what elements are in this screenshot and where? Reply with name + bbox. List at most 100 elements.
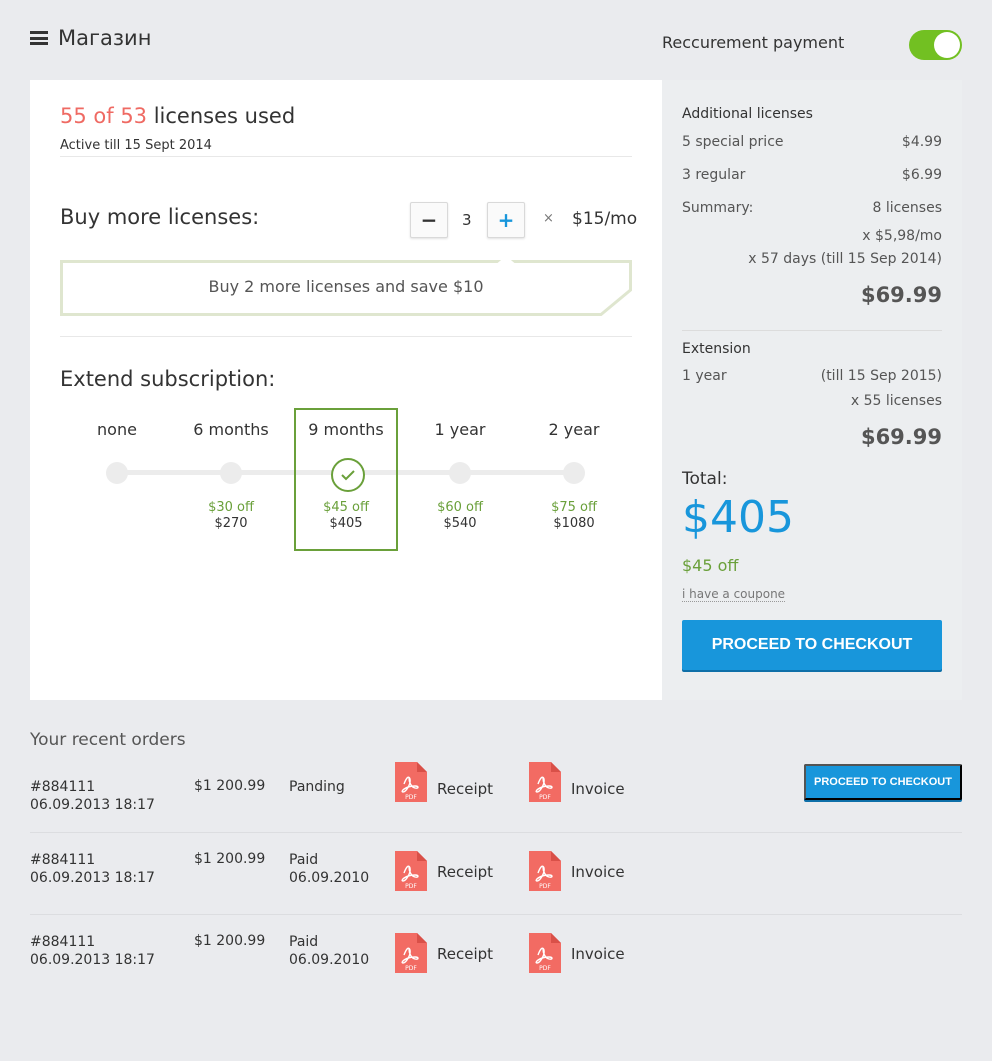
pdf-text: PDF bbox=[539, 965, 551, 972]
special-price-label: 5 special price bbox=[682, 134, 784, 150]
pdf-text: PDF bbox=[405, 794, 417, 801]
divider bbox=[682, 330, 942, 331]
order-amount: $1 200.99 bbox=[194, 778, 266, 794]
licenses-used-text: licenses used bbox=[147, 104, 296, 128]
increase-button[interactable]: + bbox=[487, 202, 525, 238]
order-amount: $1 200.99 bbox=[194, 851, 266, 867]
extend-subscription-label: Extend subscription: bbox=[60, 367, 276, 391]
option-9-months-label[interactable]: 9 months bbox=[291, 420, 401, 439]
proceed-to-checkout-button[interactable]: PROCEED TO CHECKOUT bbox=[682, 620, 942, 670]
receipt-link[interactable]: Receipt bbox=[437, 945, 493, 963]
extension-total: $69.99 bbox=[860, 425, 942, 449]
order-status-text: Paid bbox=[289, 852, 319, 868]
recent-orders-title: Your recent orders bbox=[30, 730, 186, 750]
option-2-year-off: $75 off bbox=[551, 500, 597, 515]
order-id: #884111 06.09.2013 18:17 bbox=[30, 778, 155, 814]
order-amount: $1 200.99 bbox=[194, 933, 266, 949]
extension-title: Extension bbox=[682, 341, 751, 357]
buy-more-label: Buy more licenses: bbox=[60, 205, 260, 229]
recurrent-payment-label: Reccurement payment bbox=[662, 33, 845, 52]
order-checkout-button[interactable]: PROCEED TO CHECKOUT bbox=[804, 764, 962, 800]
regular-label: 3 regular bbox=[682, 167, 746, 183]
regular-price-value: $6.99 bbox=[901, 167, 942, 183]
order-status-date: 06.09.2010 bbox=[289, 870, 370, 886]
order-status: Paid 06.09.2010 bbox=[289, 851, 369, 887]
pdf-icon[interactable]: PDF bbox=[529, 762, 561, 802]
licenses-panel: 55 of 53 licenses used Active till 15 Se… bbox=[30, 80, 662, 700]
order-status: Panding bbox=[289, 778, 345, 796]
option-2-year-price: $1080 bbox=[553, 516, 595, 531]
multiply-sign: × bbox=[543, 211, 554, 226]
option-none-dot[interactable] bbox=[106, 462, 128, 484]
order-datetime: 06.09.2013 18:17 bbox=[30, 797, 155, 813]
order-status-text: Paid bbox=[289, 934, 319, 950]
header: Магазин bbox=[30, 26, 151, 50]
order-id: #884111 06.09.2013 18:17 bbox=[30, 851, 155, 887]
coupon-link[interactable]: i have a coupone bbox=[682, 587, 786, 602]
option-6-months-dot[interactable] bbox=[220, 462, 242, 484]
option-9-months-price: $405 bbox=[329, 516, 363, 531]
order-number: #884111 bbox=[30, 852, 96, 868]
option-9-months-off: $45 off bbox=[323, 500, 369, 515]
price-per-month: $15/mo bbox=[572, 209, 638, 229]
toggle-knob bbox=[934, 32, 960, 58]
pdf-text: PDF bbox=[405, 965, 417, 972]
quantity-value: 3 bbox=[462, 211, 472, 229]
decrease-button[interactable]: − bbox=[410, 202, 448, 238]
extension-period: 1 year bbox=[682, 368, 727, 384]
order-row: #884111 06.09.2013 18:17 $1 200.99 Pandin… bbox=[30, 762, 962, 860]
total-discount: $45 off bbox=[682, 556, 739, 575]
option-6-months-label[interactable]: 6 months bbox=[176, 420, 286, 439]
extension-licenses: x 55 licenses bbox=[850, 393, 942, 409]
order-number: #884111 bbox=[30, 779, 96, 795]
option-2-year-label[interactable]: 2 year bbox=[519, 420, 629, 439]
additional-total: $69.99 bbox=[860, 283, 942, 307]
extension-till: (till 15 Sep 2015) bbox=[820, 368, 942, 384]
order-id: #884111 06.09.2013 18:17 bbox=[30, 933, 155, 969]
option-none-label[interactable]: none bbox=[62, 420, 172, 439]
divider bbox=[30, 832, 962, 833]
order-status: Paid 06.09.2010 bbox=[289, 933, 369, 969]
order-status-text: Panding bbox=[289, 779, 345, 795]
invoice-link[interactable]: Invoice bbox=[571, 863, 625, 881]
summary-per-month: x $5,98/mo bbox=[862, 228, 942, 244]
option-1-year-label[interactable]: 1 year bbox=[405, 420, 515, 439]
pdf-text: PDF bbox=[539, 883, 551, 890]
licenses-used-count: 55 of 53 bbox=[60, 104, 148, 128]
order-datetime: 06.09.2013 18:17 bbox=[30, 952, 155, 968]
licenses-used: 55 of 53 licenses used bbox=[60, 104, 295, 128]
pdf-text: PDF bbox=[539, 794, 551, 801]
pdf-icon[interactable]: PDF bbox=[529, 933, 561, 973]
receipt-link[interactable]: Receipt bbox=[437, 780, 493, 798]
additional-licenses-title: Additional licenses bbox=[682, 106, 813, 122]
pdf-icon[interactable]: PDF bbox=[395, 762, 427, 802]
total-amount: $405 bbox=[682, 492, 794, 543]
divider bbox=[60, 156, 632, 157]
pdf-icon[interactable]: PDF bbox=[395, 933, 427, 973]
option-1-year-dot[interactable] bbox=[449, 462, 471, 484]
menu-icon[interactable] bbox=[30, 31, 48, 45]
invoice-link[interactable]: Invoice bbox=[571, 780, 625, 798]
invoice-link[interactable]: Invoice bbox=[571, 945, 625, 963]
order-summary-panel: Additional licenses 5 special price $4.9… bbox=[662, 80, 962, 700]
recurrent-payment-toggle[interactable] bbox=[909, 30, 962, 60]
pdf-icon[interactable]: PDF bbox=[529, 851, 561, 891]
option-2-year-dot[interactable] bbox=[563, 462, 585, 484]
receipt-link[interactable]: Receipt bbox=[437, 863, 493, 881]
pdf-icon[interactable]: PDF bbox=[395, 851, 427, 891]
order-number: #884111 bbox=[30, 934, 96, 950]
option-1-year-price: $540 bbox=[443, 516, 477, 531]
order-row: #884111 06.09.2013 18:17 $1 200.99 Paid 06… bbox=[30, 851, 962, 933]
option-6-months-off: $30 off bbox=[208, 500, 254, 515]
total-label: Total: bbox=[682, 469, 728, 489]
option-1-year-off: $60 off bbox=[437, 500, 483, 515]
active-till: Active till 15 Sept 2014 bbox=[60, 138, 212, 153]
option-6-months-price: $270 bbox=[214, 516, 248, 531]
save-tooltip: Buy 2 more licenses and save $10 bbox=[60, 260, 632, 316]
order-row: #884111 06.09.2013 18:17 $1 200.99 Paid 06… bbox=[30, 933, 962, 1015]
order-status-date: 06.09.2010 bbox=[289, 952, 370, 968]
pdf-text: PDF bbox=[405, 883, 417, 890]
summary-licenses: 8 licenses bbox=[872, 200, 942, 216]
order-datetime: 06.09.2013 18:17 bbox=[30, 870, 155, 886]
check-icon bbox=[331, 458, 365, 492]
